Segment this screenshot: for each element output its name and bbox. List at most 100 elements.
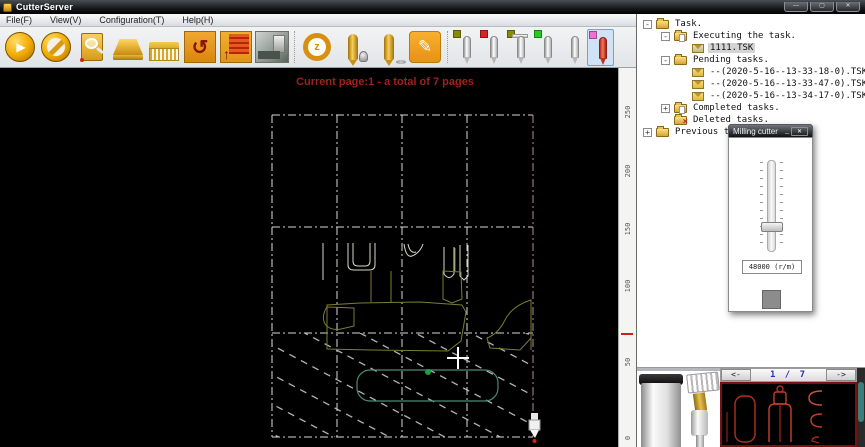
ruler-label: 100 [624,279,632,293]
page-info-text: Current page:1 - a total of 7 pages [180,76,590,88]
pen-olive-button[interactable] [452,29,479,66]
maximize-button[interactable]: ▢ [810,2,834,12]
collapse-icon[interactable]: - [643,20,652,29]
speed-slider-track[interactable] [767,160,776,252]
preview-scrollbar[interactable] [857,368,865,447]
total-pages: 7 [800,370,807,380]
rotate-icon: ↺ [184,31,216,63]
ruler-position-marker [621,333,633,335]
spacer [679,92,688,101]
folder-task-icon [674,104,687,113]
collapse-icon[interactable]: - [661,32,670,41]
spacer [679,44,688,53]
menu-help[interactable]: Help(H) [182,15,213,25]
pen-tool-icon [384,34,394,60]
pen-caliper-button[interactable] [506,29,533,66]
cutting-machine-icon [255,31,289,63]
pen-plain-button[interactable] [560,29,587,66]
envelope-icon [692,80,704,89]
cutter-collet [693,392,707,411]
collapse-icon[interactable]: - [661,56,670,65]
pen-green-icon [544,36,552,58]
pen-pink-active-button[interactable] [587,29,614,66]
edit-button[interactable]: ✎ [407,29,443,66]
tree-label[interactable]: Pending tasks. [691,55,771,65]
tree-label[interactable]: --(2020-5-16--13-33-18-0).TSK [708,67,865,77]
scrollbar-thumb[interactable] [858,382,864,422]
pen-plain-icon [571,36,579,58]
tree-label[interactable]: --(2020-5-16--13-34-17-0).TSK [708,91,865,101]
preview-nav-bar: <- 1 / 7 -> [720,368,857,382]
press-button[interactable] [110,29,146,66]
stop-button[interactable] [38,29,74,66]
folder-icon [674,56,687,65]
spacer [679,80,688,89]
apply-color-button[interactable] [762,290,781,309]
page-indicator: 1 / 7 [751,370,826,380]
dialog-title-bar[interactable]: Milling cutter _ ✕ [728,124,813,137]
pen-red-icon [490,36,498,58]
dialog-minimize-button[interactable]: _ [785,128,789,134]
folder-task-icon [674,32,687,41]
preview-button[interactable] [74,29,110,66]
title-bar[interactable]: CutterServer — ▢ ✕ [0,0,865,14]
rotate-button[interactable]: ↺ [182,29,218,66]
pink-square-icon [589,31,597,39]
tree-row-pending[interactable]: - Pending tasks. [637,54,865,66]
speed-value-field[interactable]: 48000 (r/m) [742,260,802,274]
speed-slider-thumb[interactable] [761,222,783,232]
start-button[interactable]: ▶ [2,29,38,66]
close-button[interactable]: ✕ [836,2,860,12]
slider-ticks [780,162,783,250]
pattern-canvas[interactable]: Current page:1 - a total of 7 pages [0,68,618,447]
pen-knob-tool-button[interactable] [335,29,371,66]
page-separator: / [785,370,792,380]
refresh-button[interactable]: z [299,29,335,66]
tree-row-pending-file-1[interactable]: --(2020-5-16--13-33-18-0).TSK [637,66,865,78]
spacer [661,116,670,125]
open-envelope-icon [692,44,704,53]
next-page-button[interactable]: -> [826,369,856,381]
tree-row-task[interactable]: - Task. [637,18,865,30]
machine-button[interactable] [254,29,290,66]
pen-green-button[interactable] [533,29,560,66]
window-title: CutterServer [16,2,784,12]
menu-view[interactable]: View(V) [50,15,81,25]
expand-icon[interactable]: + [643,128,652,137]
milling-cutter-dialog: Milling cutter _ ✕ 48000 (r/m) [728,124,813,312]
folder-delete-icon [674,116,687,125]
expand-icon[interactable]: + [661,104,670,113]
tree-row-1111-tsk[interactable]: 1111.TSK [637,42,865,54]
cutter-comb-button[interactable] [146,29,182,66]
pen-tool-button[interactable] [371,29,407,66]
pen-red-button[interactable] [479,29,506,66]
tree-row-completed[interactable]: + Completed tasks. [637,102,865,114]
dialog-close-button[interactable]: ✕ [791,127,808,136]
tree-label[interactable]: Completed tasks. [691,103,782,113]
preview-thumbnail[interactable] [720,382,857,447]
nesting-button[interactable]: ↑ [218,29,254,66]
dialog-title: Milling cutter [733,127,785,136]
tree-row-pending-file-2[interactable]: --(2020-5-16--13-33-47-0).TSK [637,78,865,90]
tree-label-selected[interactable]: 1111.TSK [708,43,755,53]
tree-row-pending-file-3[interactable]: --(2020-5-16--13-34-17-0).TSK [637,90,865,102]
piece-anchor-dot [425,369,431,375]
menu-bar: File(F) View(V) Configuration(T) Help(H) [0,14,636,27]
toolbar-separator [294,31,295,63]
pen-tool-with-knob-icon [348,34,358,60]
press-machine-icon [113,39,143,55]
vertical-ruler: 250 200 150 100 50 0 [618,68,636,447]
minimize-button[interactable]: — [784,2,808,12]
tree-label[interactable]: Executing the task. [691,31,798,41]
tree-label[interactable]: Task. [673,19,704,29]
preview-zoom-icon [81,33,103,61]
menu-file[interactable]: File(F) [6,15,32,25]
envelope-icon [692,92,704,101]
prev-page-button[interactable]: <- [721,369,751,381]
tree-row-executing[interactable]: - Executing the task. [637,30,865,42]
current-page: 1 [770,370,777,380]
page-preview-panel: <- 1 / 7 -> [720,368,865,447]
ruler-label: 0 [624,431,632,445]
tree-label[interactable]: --(2020-5-16--13-33-47-0).TSK [708,79,865,89]
menu-configuration[interactable]: Configuration(T) [99,15,164,25]
